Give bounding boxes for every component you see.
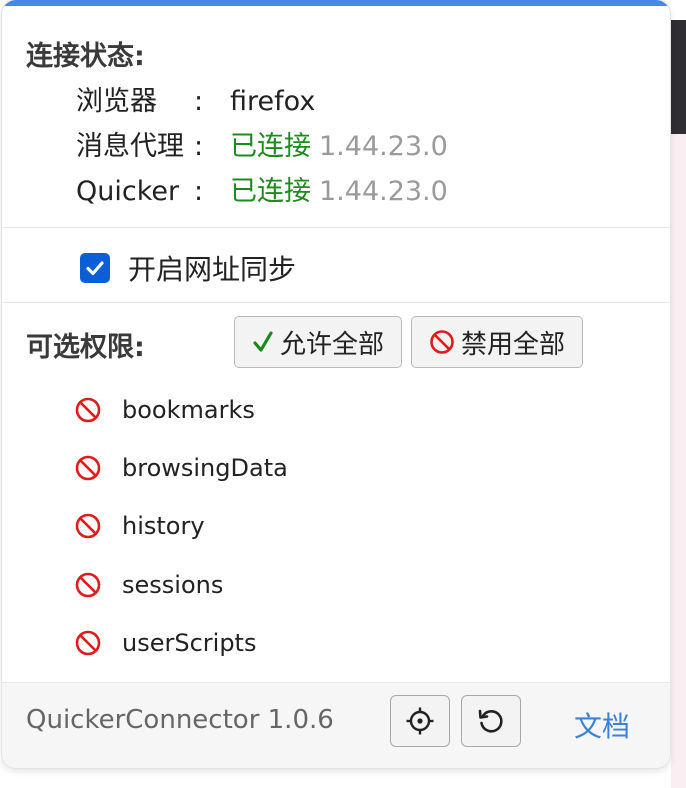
deny-all-button[interactable]: 禁用全部 <box>411 316 583 368</box>
quicker-status: 已连接 <box>230 176 311 207</box>
divider <box>2 302 670 303</box>
url-sync-checkbox[interactable] <box>80 253 110 283</box>
url-sync-toggle[interactable]: 开启网址同步 <box>80 248 296 288</box>
permission-label: history <box>122 512 205 540</box>
check-icon <box>252 330 274 354</box>
permission-item[interactable]: history <box>74 504 205 548</box>
proxy-label: 消息代理 <box>76 131 184 162</box>
allow-all-label: 允许全部 <box>279 329 384 360</box>
browser-colon: : <box>194 86 204 117</box>
ban-icon[interactable] <box>74 629 102 657</box>
reload-icon <box>478 709 503 733</box>
background-window-edge <box>671 20 686 134</box>
divider <box>2 227 670 228</box>
permission-item[interactable]: browsingData <box>74 446 288 490</box>
permission-item[interactable]: bookmarks <box>74 388 255 432</box>
quicker-row: Quicker : 已连接 1.44.23.0 <box>76 172 448 212</box>
permission-label: browsingData <box>122 454 288 482</box>
crosshair-icon <box>406 707 434 735</box>
deny-all-label: 禁用全部 <box>460 329 565 360</box>
reload-button[interactable] <box>461 695 521 747</box>
quicker-label: Quicker <box>76 176 180 207</box>
app-version: QuickerConnector 1.0.6 <box>26 705 334 735</box>
proxy-colon: : <box>194 131 204 162</box>
connection-status-title: 连接状态: <box>26 41 145 72</box>
browser-label: 浏览器 <box>76 86 157 117</box>
allow-all-button[interactable]: 允许全部 <box>234 316 402 368</box>
docs-link[interactable]: 文档 <box>574 705 630 745</box>
checkmark-icon <box>86 261 104 276</box>
extension-popup: 连接状态: 浏览器 : firefox 消息代理 : 已连接 1.44.23.0… <box>2 0 670 768</box>
proxy-row: 消息代理 : 已连接 1.44.23.0 <box>76 127 448 167</box>
proxy-status: 已连接 <box>230 131 311 162</box>
ban-icon <box>429 329 455 355</box>
proxy-version: 1.44.23.0 <box>319 131 448 162</box>
browser-row: 浏览器 : firefox <box>76 82 315 122</box>
url-sync-label: 开启网址同步 <box>128 253 297 286</box>
accent-bar <box>2 0 670 6</box>
permission-label: bookmarks <box>122 396 255 424</box>
ban-icon[interactable] <box>74 512 102 540</box>
permission-item[interactable]: userScripts <box>74 621 256 665</box>
background-page-edge <box>671 134 686 788</box>
permission-label: userScripts <box>122 629 257 657</box>
quicker-colon: : <box>194 176 204 207</box>
quicker-version: 1.44.23.0 <box>319 176 448 207</box>
ban-icon[interactable] <box>74 454 102 482</box>
locate-button[interactable] <box>390 695 450 747</box>
permissions-title: 可选权限: <box>26 332 145 363</box>
permission-label: sessions <box>122 571 224 599</box>
footer: QuickerConnector 1.0.6 文档 <box>2 682 670 768</box>
ban-icon[interactable] <box>74 396 102 424</box>
permission-item[interactable]: sessions <box>74 563 223 607</box>
browser-value: firefox <box>230 86 316 117</box>
ban-icon[interactable] <box>74 571 102 599</box>
